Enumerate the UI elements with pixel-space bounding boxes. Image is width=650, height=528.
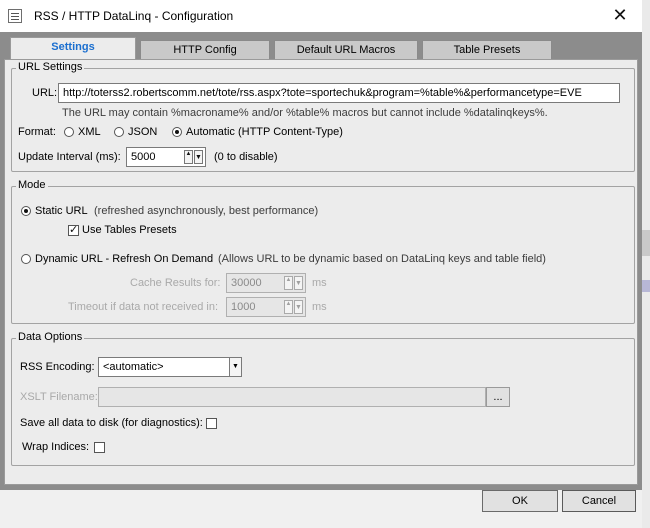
save-disk-checkbox[interactable] bbox=[206, 418, 217, 429]
cache-unit: ms bbox=[312, 277, 327, 289]
background-scroll-segment bbox=[642, 230, 650, 256]
tab-http-config[interactable]: HTTP Config bbox=[140, 40, 270, 59]
timeout-spin-up[interactable]: ▲ bbox=[284, 300, 293, 314]
xslt-browse-button[interactable]: ... bbox=[486, 387, 510, 407]
window-icon bbox=[8, 9, 22, 23]
title-bar: RSS / HTTP DataLinq - Configuration ✕ bbox=[0, 0, 642, 32]
settings-panel: URL Settings URL: http://toterss2.robert… bbox=[4, 59, 638, 485]
dialog-footer: OK Cancel bbox=[0, 490, 642, 528]
update-interval-dropdown[interactable]: ▼ bbox=[194, 150, 203, 164]
tab-control: Settings HTTP Config Default URL Macros … bbox=[0, 32, 642, 490]
dynamic-url-hint: (Allows URL to be dynamic based on DataL… bbox=[218, 253, 546, 265]
format-label: Format: bbox=[18, 126, 56, 138]
rss-encoding-value: <automatic> bbox=[103, 361, 164, 373]
rss-encoding-select[interactable]: <automatic> ▼ bbox=[98, 357, 242, 377]
format-xml-radio[interactable] bbox=[64, 127, 74, 137]
rss-encoding-label: RSS Encoding: bbox=[20, 361, 95, 373]
cache-spin-up[interactable]: ▲ bbox=[284, 276, 293, 290]
tab-table-presets[interactable]: Table Presets bbox=[422, 40, 552, 59]
wrap-indices-checkbox[interactable] bbox=[94, 442, 105, 453]
timeout-spin-down[interactable]: ▼ bbox=[294, 300, 303, 314]
static-url-hint: (refreshed asynchronously, best performa… bbox=[94, 205, 319, 217]
config-dialog: RSS / HTTP DataLinq - Configuration ✕ Se… bbox=[0, 0, 642, 528]
format-automatic-label: Automatic (HTTP Content-Type) bbox=[186, 126, 343, 138]
ok-button[interactable]: OK bbox=[482, 490, 558, 512]
chevron-down-icon: ▼ bbox=[229, 358, 241, 376]
save-disk-label: Save all data to disk (for diagnostics): bbox=[20, 417, 203, 429]
update-interval-hint: (0 to disable) bbox=[214, 151, 278, 163]
data-options-legend: Data Options bbox=[16, 331, 85, 343]
mode-group: Mode Static URL (refreshed asynchronousl… bbox=[11, 179, 635, 324]
url-label: URL: bbox=[32, 87, 58, 99]
wrap-indices-label: Wrap Indices: bbox=[22, 441, 90, 453]
xslt-filename-input[interactable] bbox=[98, 387, 486, 407]
tab-strip: Settings HTTP Config Default URL Macros … bbox=[10, 37, 556, 59]
url-input[interactable]: http://toterss2.robertscomm.net/tote/rss… bbox=[58, 83, 620, 103]
cache-results-label: Cache Results for: bbox=[130, 277, 221, 289]
background-highlight-segment bbox=[642, 280, 650, 292]
tab-default-url-macros[interactable]: Default URL Macros bbox=[274, 40, 418, 59]
update-interval-label: Update Interval (ms): bbox=[18, 151, 121, 163]
format-xml-label: XML bbox=[78, 126, 101, 138]
use-table-presets-label: Use Tables Presets bbox=[82, 224, 177, 236]
dynamic-url-label: Dynamic URL - Refresh On Demand bbox=[35, 253, 214, 265]
format-json-radio[interactable] bbox=[114, 127, 124, 137]
cancel-button[interactable]: Cancel bbox=[562, 490, 636, 512]
mode-legend: Mode bbox=[16, 179, 48, 191]
timeout-label: Timeout if data not received in: bbox=[68, 301, 219, 313]
static-url-label: Static URL bbox=[35, 205, 88, 217]
dynamic-url-radio[interactable] bbox=[21, 254, 31, 264]
use-table-presets-checkbox[interactable] bbox=[68, 223, 79, 236]
format-json-label: JSON bbox=[128, 126, 158, 138]
url-help-text: The URL may contain %macroname% and/or %… bbox=[62, 107, 548, 119]
data-options-group: Data Options RSS Encoding: <automatic> ▼… bbox=[11, 331, 635, 466]
cache-spin-down[interactable]: ▼ bbox=[294, 276, 303, 290]
url-settings-group: URL Settings URL: http://toterss2.robert… bbox=[11, 61, 635, 172]
xslt-filename-label: XSLT Filename: bbox=[20, 391, 98, 403]
timeout-unit: ms bbox=[312, 301, 327, 313]
background-window-edge bbox=[642, 0, 650, 528]
format-automatic-radio[interactable] bbox=[172, 127, 182, 137]
tab-settings[interactable]: Settings bbox=[10, 37, 136, 59]
window-title: RSS / HTTP DataLinq - Configuration bbox=[34, 9, 234, 23]
close-icon[interactable]: ✕ bbox=[606, 4, 634, 28]
url-settings-legend: URL Settings bbox=[16, 61, 85, 73]
static-url-radio[interactable] bbox=[21, 206, 31, 216]
update-interval-spin-up[interactable]: ▲ bbox=[184, 150, 193, 164]
